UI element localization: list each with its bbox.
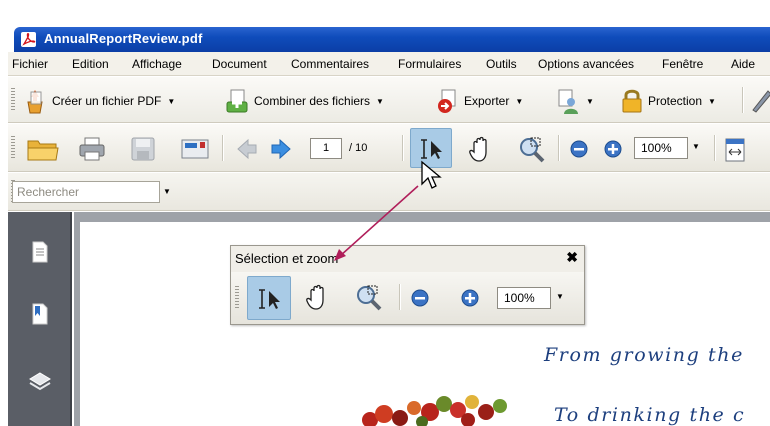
toolbar-grip[interactable] xyxy=(235,286,239,310)
pages-icon[interactable] xyxy=(28,240,52,264)
callout-arrow xyxy=(334,185,419,261)
title-bar: AnnualReportReview.pdf xyxy=(14,27,770,52)
menu-document[interactable]: Document xyxy=(212,57,267,71)
create-pdf-label: Créer un fichier PDF xyxy=(52,94,162,108)
floating-toolbar-body: 100% ▼ xyxy=(231,272,584,324)
zoom-dropdown-button[interactable]: ▼ xyxy=(689,137,703,159)
zoom-tool-icon[interactable] xyxy=(355,284,383,312)
toolbar-grip[interactable] xyxy=(11,88,15,112)
previous-page-icon[interactable] xyxy=(236,138,258,160)
search-dropdown-button[interactable]: ▼ xyxy=(160,183,174,201)
file-toolbar: 1 / 10 100% ▼ xyxy=(8,124,770,172)
export-icon xyxy=(438,89,456,113)
fit-width-icon[interactable] xyxy=(724,137,746,163)
window-title: AnnualReportReview.pdf xyxy=(44,31,203,46)
create-pdf-icon xyxy=(27,90,43,114)
chevron-down-icon: ▼ xyxy=(586,96,594,106)
chevron-down-icon: ▼ xyxy=(708,96,716,106)
create-pdf-button[interactable]: Créer un fichier PDF ▼ xyxy=(22,88,175,114)
document-text-line: From growing the xyxy=(544,344,744,366)
menu-options-avancees[interactable]: Options avancées xyxy=(538,57,634,71)
layers-icon[interactable] xyxy=(28,370,52,394)
email-icon[interactable] xyxy=(180,136,210,162)
acrobat-logo-icon xyxy=(21,32,36,47)
toolbar-separator xyxy=(222,135,223,161)
toolbar-separator xyxy=(399,284,400,310)
lock-icon xyxy=(622,89,642,113)
combine-files-button[interactable]: Combiner des fichiers ▼ xyxy=(224,88,384,114)
zoom-dropdown-button[interactable]: ▼ xyxy=(553,287,567,309)
menu-formulaires[interactable]: Formulaires xyxy=(398,57,461,71)
export-label: Exporter xyxy=(464,94,510,108)
document-text-line: To drinking the c xyxy=(554,404,746,426)
toolbar-separator xyxy=(714,135,715,161)
menu-affichage[interactable]: Affichage xyxy=(132,57,182,71)
menu-fichier[interactable]: Fichier xyxy=(12,57,48,71)
protection-label: Protection xyxy=(648,94,703,108)
hand-tool-icon[interactable] xyxy=(468,136,494,164)
zoom-level-input[interactable]: 100% xyxy=(497,287,551,309)
page-total-label: / 10 xyxy=(349,142,368,154)
mouse-cursor-icon xyxy=(421,160,442,189)
close-icon[interactable]: ✖ xyxy=(566,249,578,266)
open-folder-icon[interactable] xyxy=(26,136,60,162)
toolbar-separator xyxy=(402,135,403,161)
zoom-out-icon[interactable] xyxy=(411,289,429,307)
tasks-toolbar: Créer un fichier PDF ▼ Combiner des fich… xyxy=(8,77,770,123)
select-tool-button[interactable] xyxy=(247,276,291,320)
page-number-input[interactable]: 1 xyxy=(310,138,342,159)
chevron-down-icon: ▼ xyxy=(376,96,384,106)
menu-bar: Fichier Edition Affichage Document Comme… xyxy=(8,52,770,76)
print-icon[interactable] xyxy=(78,136,106,162)
combine-files-label: Combiner des fichiers xyxy=(254,94,371,108)
toolbar-separator xyxy=(742,87,743,113)
menu-outils[interactable]: Outils xyxy=(486,57,517,71)
navigation-panel xyxy=(8,212,72,426)
application-window: AnnualReportReview.pdf Fichier Edition A… xyxy=(0,0,770,426)
protection-button[interactable]: Protection ▼ xyxy=(620,88,716,114)
search-input[interactable]: Rechercher xyxy=(12,181,160,203)
toolbar-grip[interactable] xyxy=(11,136,15,160)
text-select-icon xyxy=(259,289,280,309)
menu-fenetre[interactable]: Fenêtre xyxy=(662,57,703,71)
combine-files-icon xyxy=(226,89,248,113)
sign-button[interactable]: ▼ xyxy=(554,88,594,114)
chevron-down-icon: ▼ xyxy=(167,96,176,106)
export-button[interactable]: Exporter ▼ xyxy=(434,88,523,114)
bookmarks-icon[interactable] xyxy=(28,302,52,326)
pen-icon[interactable] xyxy=(750,87,770,113)
zoom-in-icon[interactable] xyxy=(461,289,479,307)
hand-tool-icon[interactable] xyxy=(305,284,331,312)
text-select-icon xyxy=(421,139,442,159)
menu-edition[interactable]: Edition xyxy=(72,57,109,71)
menu-commentaires[interactable]: Commentaires xyxy=(291,57,369,71)
zoom-in-icon[interactable] xyxy=(604,140,622,158)
zoom-out-icon[interactable] xyxy=(570,140,588,158)
menu-aide[interactable]: Aide xyxy=(731,57,755,71)
save-icon[interactable] xyxy=(130,136,156,162)
coffee-berries-image xyxy=(362,395,507,426)
next-page-icon[interactable] xyxy=(270,138,292,160)
zoom-level-input[interactable]: 100% xyxy=(634,137,688,159)
zoom-tool-icon[interactable] xyxy=(518,136,546,164)
chevron-down-icon: ▼ xyxy=(515,96,524,106)
toolbar-separator xyxy=(558,135,559,161)
sign-document-icon xyxy=(558,89,578,114)
